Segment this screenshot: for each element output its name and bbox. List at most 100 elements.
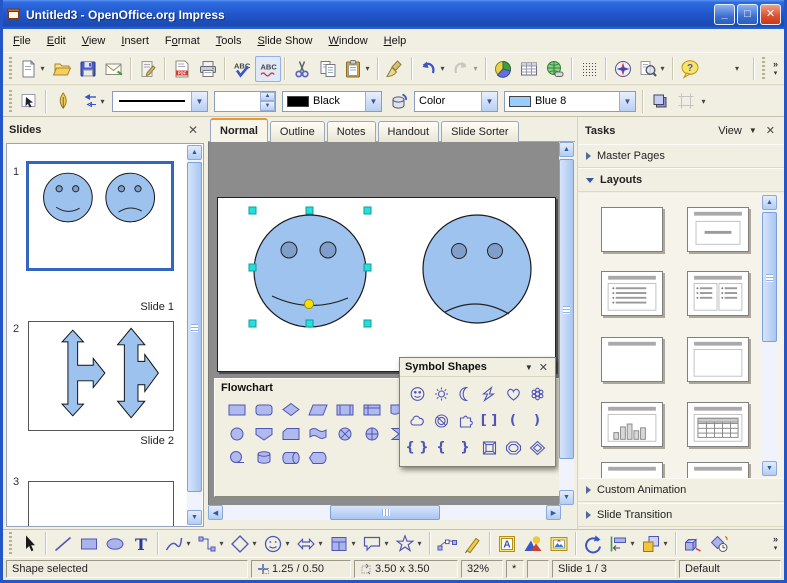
scroll-down-icon[interactable]: ▼	[762, 461, 777, 476]
table-button[interactable]	[516, 56, 542, 82]
basic-shapes-button[interactable]: ▾	[228, 531, 261, 557]
menu-slide-show[interactable]: Slide Show	[249, 31, 320, 51]
slides-panel-close-icon[interactable]: ✕	[185, 123, 201, 137]
slides-scrollbar-thumb[interactable]	[187, 162, 202, 492]
layout-option-title-content[interactable]	[687, 337, 749, 382]
slides-scrollbar[interactable]: ▲ ▼	[187, 145, 202, 525]
glue-points-button[interactable]	[460, 531, 486, 557]
layout-option-title-only[interactable]	[601, 337, 663, 382]
layout-option-title-subtitle[interactable]	[687, 207, 749, 252]
section-custom-animation[interactable]: Custom Animation	[578, 478, 784, 502]
tab-normal[interactable]: Normal	[210, 118, 268, 142]
zoom-level[interactable]: 32%	[461, 560, 503, 578]
flowchart-shape-punched-tape[interactable]	[304, 421, 331, 445]
slide-thumbnail-1[interactable]	[26, 161, 174, 271]
menu-tools[interactable]: Tools	[208, 31, 250, 51]
select-button[interactable]	[16, 531, 42, 557]
drawing-toolbar-overflow[interactable]: »▾	[769, 535, 782, 553]
menu-format[interactable]: Format	[157, 31, 208, 51]
layout-option-title-chart[interactable]	[601, 402, 663, 447]
flowchart-shape-process[interactable]	[223, 397, 250, 421]
layout-option-partial-1[interactable]	[601, 462, 663, 478]
flowchart-shape-or[interactable]	[358, 421, 385, 445]
symbol-shapes-button[interactable]: ▾	[261, 531, 294, 557]
symbol-shape-puzzle[interactable]	[453, 407, 477, 434]
scroll-down-icon[interactable]: ▼	[187, 510, 202, 525]
symbol-shapes-options-icon[interactable]: ▼	[521, 363, 537, 372]
tab-notes[interactable]: Notes	[327, 121, 376, 142]
flowchart-shape-display[interactable]	[304, 445, 331, 469]
callouts-button[interactable]: ▾	[360, 531, 393, 557]
block-arrows-button[interactable]: ▾	[294, 531, 327, 557]
from-file-button[interactable]	[520, 531, 546, 557]
points-button[interactable]	[434, 531, 460, 557]
template-name[interactable]: Default	[679, 560, 781, 578]
line-width-spinner[interactable]: ▲▼	[214, 91, 276, 112]
zoom-button[interactable]: ▾	[636, 56, 669, 82]
symbol-shape-double-bracket[interactable]: [ ]	[477, 407, 501, 434]
flowchart-shape-internal-storage[interactable]	[358, 397, 385, 421]
symbol-shape-left-brace[interactable]: {	[429, 434, 453, 461]
symbol-shape-diamond-bevel[interactable]	[525, 434, 549, 461]
gallery-button[interactable]	[546, 531, 572, 557]
flowchart-shape-magnetic-disc[interactable]	[250, 445, 277, 469]
adjustment-handle[interactable]	[305, 300, 314, 309]
symbol-shape-lightning[interactable]	[477, 380, 501, 407]
spellcheck-button[interactable]: ABC	[229, 56, 255, 82]
menu-view[interactable]: View	[74, 31, 114, 51]
fill-color-combo[interactable]: Blue 8▼	[504, 91, 636, 112]
menu-insert[interactable]: Insert	[113, 31, 157, 51]
section-layouts[interactable]: Layouts	[578, 168, 784, 192]
area-button[interactable]	[385, 88, 411, 114]
flowchart-shape-decision[interactable]	[277, 397, 304, 421]
symbol-shape-flower[interactable]	[525, 380, 549, 407]
scroll-down-icon[interactable]: ▼	[559, 490, 574, 505]
section-slide-transition[interactable]: Slide Transition	[578, 503, 784, 527]
symbol-shape-moon[interactable]	[453, 380, 477, 407]
layout-option-title-table[interactable]	[687, 402, 749, 447]
toolbar-grip[interactable]	[762, 57, 765, 80]
tasks-panel-close-icon[interactable]: ✕	[764, 124, 777, 137]
spin-up-icon[interactable]: ▲	[260, 92, 275, 102]
symbol-shape-right-brace[interactable]: }	[453, 434, 477, 461]
symbol-shape-double-brace[interactable]: { }	[405, 434, 429, 461]
autospellcheck-button[interactable]: ABC	[255, 56, 281, 82]
symbol-shape-cloud[interactable]	[405, 407, 429, 434]
shadow-button[interactable]	[647, 88, 673, 114]
menu-help[interactable]: Help	[376, 31, 415, 51]
fill-type-combo[interactable]: Color▼	[414, 91, 498, 112]
slide-page[interactable]	[217, 197, 556, 372]
line-button[interactable]	[50, 531, 76, 557]
symbol-shape-square-bevel[interactable]	[477, 434, 501, 461]
line-color-combo[interactable]: Black▼	[282, 91, 382, 112]
tab-handout[interactable]: Handout	[378, 121, 440, 142]
toolbar-grip[interactable]	[9, 532, 12, 555]
tasks-view-menu[interactable]: View ▼ ✕	[718, 124, 777, 137]
toolbar-grip[interactable]	[9, 90, 12, 113]
edit-points-button[interactable]	[16, 88, 42, 114]
line-style-combo[interactable]: ▼	[112, 91, 208, 112]
toolbar-grip[interactable]	[9, 57, 12, 80]
paste-button[interactable]: ▾	[341, 56, 374, 82]
chart-button[interactable]	[490, 56, 516, 82]
symbol-shape-smiley[interactable]	[405, 380, 429, 407]
canvas-hscrollbar-thumb[interactable]	[330, 505, 440, 520]
presentation-toolbar-overflow[interactable]: »▾	[769, 60, 782, 78]
fontwork-gallery-button[interactable]: A	[494, 531, 520, 557]
extrusion-button[interactable]	[680, 531, 706, 557]
scroll-up-icon[interactable]: ▲	[762, 195, 777, 210]
signature-field[interactable]	[527, 560, 549, 578]
arrange-button[interactable]: ▾	[639, 531, 672, 557]
canvas-vscrollbar[interactable]: ▲ ▼	[559, 142, 574, 505]
symbol-shape-heart[interactable]	[501, 380, 525, 407]
arrow-style-button[interactable]: ▾	[76, 88, 109, 114]
slide-thumbnail-3[interactable]	[28, 481, 174, 527]
alignment-button[interactable]: ▾	[606, 531, 639, 557]
symbol-shapes-titlebar[interactable]: Symbol Shapes ▼ ✕	[400, 358, 555, 377]
slide-indicator[interactable]: Slide 1 / 3	[552, 560, 676, 578]
size-indicator[interactable]: 3.50 x 3.50	[354, 560, 458, 578]
minimize-button[interactable]: _	[714, 4, 735, 25]
open-button[interactable]	[49, 56, 75, 82]
layouts-scrollbar[interactable]: ▲ ▼	[762, 195, 777, 476]
canvas-vscrollbar-thumb[interactable]	[559, 159, 574, 459]
